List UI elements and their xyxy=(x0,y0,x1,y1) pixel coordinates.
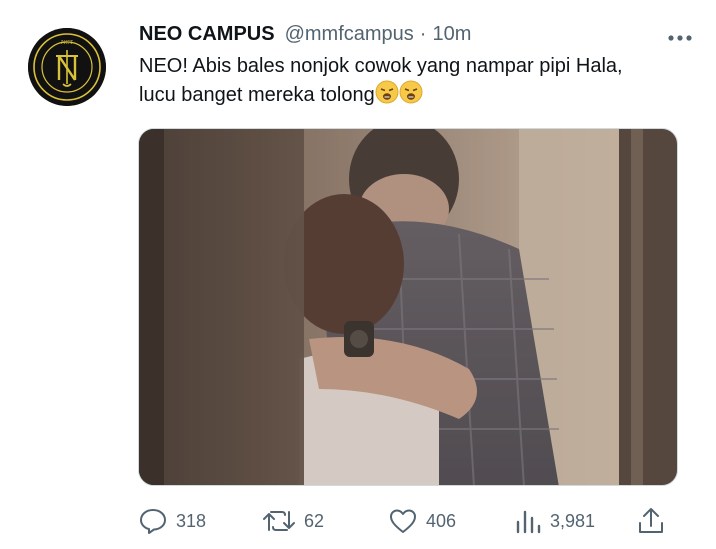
view-count: 3,981 xyxy=(550,510,596,531)
svg-text:NCT: NCT xyxy=(61,40,73,46)
separator-dot: · xyxy=(419,22,427,45)
retweet-button[interactable]: 62 xyxy=(262,503,324,539)
nct-logo: NCT xyxy=(28,28,106,106)
share-button[interactable] xyxy=(636,503,666,539)
avatar[interactable]: NCT xyxy=(28,28,106,106)
retweet-count: 62 xyxy=(304,510,325,531)
tweet-header: NEO CAMPUS @mmfcampus · 10m xyxy=(139,19,692,49)
tweet-text-line-2: lucu banget mereka tolong xyxy=(139,80,699,112)
reply-count: 318 xyxy=(176,510,207,531)
share-icon xyxy=(636,506,666,536)
tweet-text: NEO! Abis bales nonjok cowok yang nampar… xyxy=(139,52,699,112)
tweet-text-line-1: NEO! Abis bales nonjok cowok yang nampar… xyxy=(139,55,623,77)
tweet-text-line-2-content: lucu banget mereka tolong xyxy=(139,84,375,106)
weary-face-icon xyxy=(375,80,399,112)
tweet-actions: 318 62 406 3,981 xyxy=(138,503,678,539)
tweet-time[interactable]: 10m xyxy=(432,23,471,46)
photo-image xyxy=(139,129,677,485)
like-count: 406 xyxy=(426,510,457,531)
views-button[interactable]: 3,981 xyxy=(514,503,595,539)
author-handle[interactable]: @mmfcampus xyxy=(285,23,414,46)
reply-button[interactable]: 318 xyxy=(138,503,206,539)
reply-icon xyxy=(138,506,168,536)
weary-face-icon xyxy=(399,80,423,112)
more-icon[interactable] xyxy=(668,25,692,48)
views-icon xyxy=(514,506,542,536)
like-icon xyxy=(388,506,418,536)
retweet-icon xyxy=(262,506,296,536)
tweet-photo[interactable] xyxy=(138,128,678,486)
like-button[interactable]: 406 xyxy=(388,503,456,539)
author-name[interactable]: NEO CAMPUS xyxy=(139,23,275,46)
